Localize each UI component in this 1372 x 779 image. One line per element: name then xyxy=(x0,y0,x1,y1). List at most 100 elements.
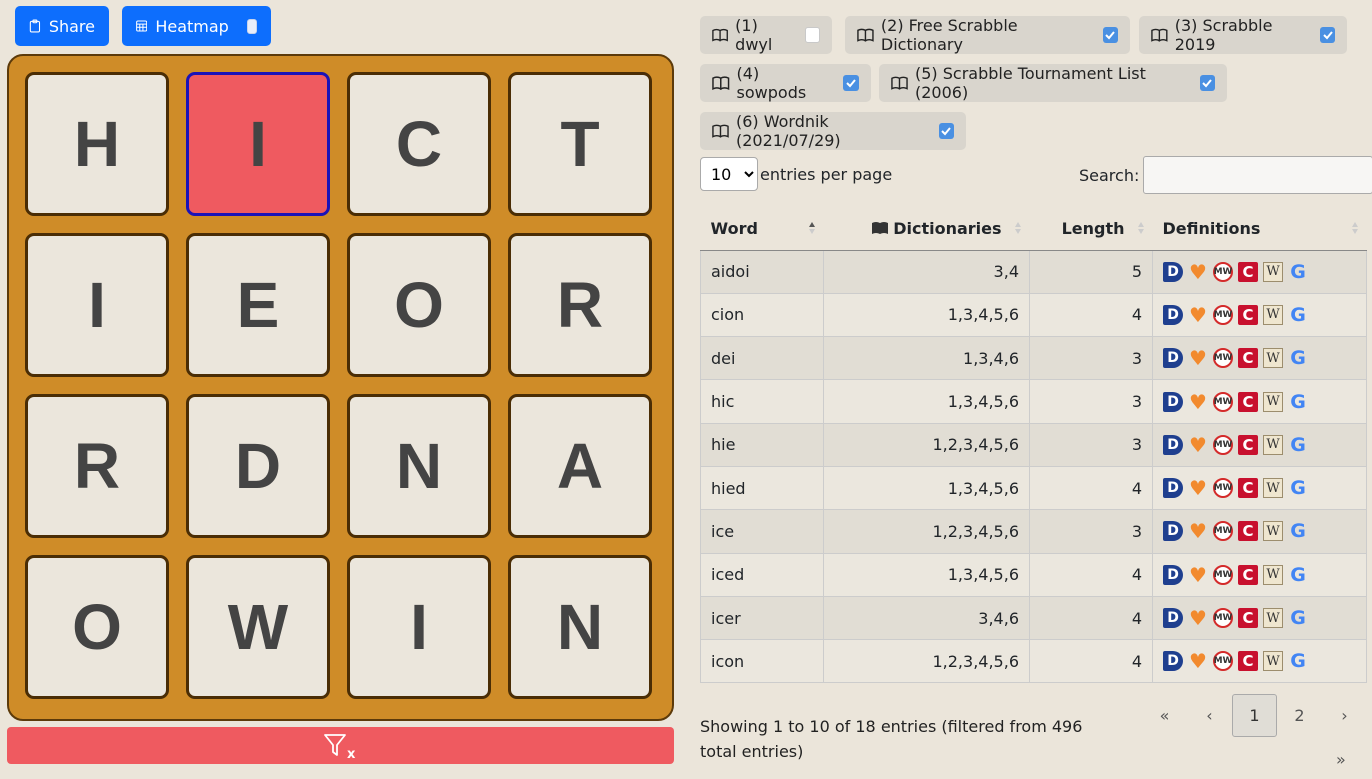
board-tile[interactable]: C xyxy=(347,72,491,216)
wiktionary-icon[interactable]: W xyxy=(1263,564,1283,585)
dictionary-com-icon[interactable]: D xyxy=(1163,478,1183,499)
board-tile[interactable]: R xyxy=(508,233,652,377)
dictionary-checkbox[interactable] xyxy=(805,27,820,43)
per-page-select[interactable]: 10 xyxy=(700,157,758,191)
pager-page-2[interactable]: 2 xyxy=(1277,694,1322,737)
heart-icon[interactable]: ♥ xyxy=(1188,649,1208,673)
merriam-webster-icon[interactable]: MW xyxy=(1213,304,1233,325)
collins-icon[interactable]: C xyxy=(1238,391,1258,412)
wiktionary-icon[interactable]: W xyxy=(1263,348,1283,369)
board-tile[interactable]: I xyxy=(25,233,169,377)
col-header-definitions[interactable]: Definitions xyxy=(1152,207,1367,251)
heatmap-toggle[interactable]: Heatmap xyxy=(122,6,271,46)
dictionary-checkbox[interactable] xyxy=(843,75,859,91)
merriam-webster-icon[interactable]: MW xyxy=(1213,478,1233,499)
collins-icon[interactable]: C xyxy=(1238,304,1258,325)
google-icon[interactable]: G xyxy=(1288,434,1308,456)
board-tile[interactable]: H xyxy=(25,72,169,216)
google-icon[interactable]: G xyxy=(1288,347,1308,369)
dictionary-toggle[interactable]: (6) Wordnik (2021/07/29) xyxy=(700,112,966,150)
dictionary-com-icon[interactable]: D xyxy=(1163,434,1183,455)
dictionary-toggle[interactable]: (4) sowpods xyxy=(700,64,871,102)
google-icon[interactable]: G xyxy=(1288,607,1308,629)
heart-icon[interactable]: ♥ xyxy=(1188,346,1208,370)
dictionary-com-icon[interactable]: D xyxy=(1163,261,1183,282)
heart-icon[interactable]: ♥ xyxy=(1188,476,1208,500)
heart-icon[interactable]: ♥ xyxy=(1188,260,1208,284)
merriam-webster-icon[interactable]: MW xyxy=(1213,521,1233,542)
merriam-webster-icon[interactable]: MW xyxy=(1213,564,1233,585)
heart-icon[interactable]: ♥ xyxy=(1188,390,1208,414)
merriam-webster-icon[interactable]: MW xyxy=(1213,651,1233,672)
dictionary-checkbox[interactable] xyxy=(1102,27,1118,43)
col-header-word[interactable]: Word xyxy=(700,207,824,251)
dictionary-com-icon[interactable]: D xyxy=(1163,521,1183,542)
board-tile[interactable]: N xyxy=(347,394,491,538)
wiktionary-icon[interactable]: W xyxy=(1263,391,1283,412)
board-tile[interactable]: T xyxy=(508,72,652,216)
dictionary-com-icon[interactable]: D xyxy=(1163,651,1183,672)
board-tile[interactable]: W xyxy=(186,555,330,699)
col-header-dictionaries[interactable]: Dictionaries xyxy=(823,207,1030,251)
merriam-webster-icon[interactable]: MW xyxy=(1213,434,1233,455)
heart-icon[interactable]: ♥ xyxy=(1188,606,1208,630)
google-icon[interactable]: G xyxy=(1288,650,1308,672)
google-icon[interactable]: G xyxy=(1288,477,1308,499)
heart-icon[interactable]: ♥ xyxy=(1188,433,1208,457)
google-icon[interactable]: G xyxy=(1288,304,1308,326)
merriam-webster-icon[interactable]: MW xyxy=(1213,608,1233,629)
wiktionary-icon[interactable]: W xyxy=(1263,521,1283,542)
collins-icon[interactable]: C xyxy=(1238,608,1258,629)
pager-prev[interactable]: ‹ xyxy=(1187,694,1232,737)
google-icon[interactable]: G xyxy=(1288,520,1308,542)
board-tile[interactable]: D xyxy=(186,394,330,538)
board-tile[interactable]: I xyxy=(347,555,491,699)
board-tile[interactable]: O xyxy=(25,555,169,699)
google-icon[interactable]: G xyxy=(1288,391,1308,413)
heart-icon[interactable]: ♥ xyxy=(1188,303,1208,327)
dictionary-toggle[interactable]: (2) Free Scrabble Dictionary xyxy=(845,16,1130,54)
wiktionary-icon[interactable]: W xyxy=(1263,478,1283,499)
dictionary-com-icon[interactable]: D xyxy=(1163,348,1183,369)
collins-icon[interactable]: C xyxy=(1238,478,1258,499)
dictionary-checkbox[interactable] xyxy=(1320,27,1335,43)
wiktionary-icon[interactable]: W xyxy=(1263,261,1283,282)
heart-icon[interactable]: ♥ xyxy=(1188,519,1208,543)
dictionary-com-icon[interactable]: D xyxy=(1163,564,1183,585)
dictionary-com-icon[interactable]: D xyxy=(1163,391,1183,412)
heart-icon[interactable]: ♥ xyxy=(1188,563,1208,587)
search-input[interactable] xyxy=(1143,156,1372,194)
wiktionary-icon[interactable]: W xyxy=(1263,651,1283,672)
board-tile[interactable]: R xyxy=(25,394,169,538)
board-tile[interactable]: E xyxy=(186,233,330,377)
wiktionary-icon[interactable]: W xyxy=(1263,434,1283,455)
collins-icon[interactable]: C xyxy=(1238,521,1258,542)
board-tile[interactable]: O xyxy=(347,233,491,377)
dictionary-checkbox[interactable] xyxy=(1199,75,1215,91)
dictionary-com-icon[interactable]: D xyxy=(1163,304,1183,325)
pager-page-1[interactable]: 1 xyxy=(1232,694,1277,737)
merriam-webster-icon[interactable]: MW xyxy=(1213,261,1233,282)
col-header-length[interactable]: Length xyxy=(1029,207,1153,251)
board-tile[interactable]: A xyxy=(508,394,652,538)
collins-icon[interactable]: C xyxy=(1238,261,1258,282)
collins-icon[interactable]: C xyxy=(1238,564,1258,585)
collins-icon[interactable]: C xyxy=(1238,348,1258,369)
clear-filter-button[interactable]: x xyxy=(7,727,674,764)
collins-icon[interactable]: C xyxy=(1238,434,1258,455)
wiktionary-icon[interactable]: W xyxy=(1263,608,1283,629)
google-icon[interactable]: G xyxy=(1288,564,1308,586)
dictionary-toggle[interactable]: (3) Scrabble 2019 xyxy=(1139,16,1347,54)
pager-last[interactable]: » xyxy=(1336,750,1346,769)
wiktionary-icon[interactable]: W xyxy=(1263,304,1283,325)
dictionary-toggle[interactable]: (1) dwyl xyxy=(700,16,832,54)
merriam-webster-icon[interactable]: MW xyxy=(1213,391,1233,412)
share-button[interactable]: Share xyxy=(15,6,109,46)
merriam-webster-icon[interactable]: MW xyxy=(1213,348,1233,369)
dictionary-toggle[interactable]: (5) Scrabble Tournament List (2006) xyxy=(879,64,1227,102)
heatmap-checkbox[interactable] xyxy=(246,18,257,34)
board-tile[interactable]: I xyxy=(186,72,330,216)
dictionary-checkbox[interactable] xyxy=(938,123,954,139)
dictionary-com-icon[interactable]: D xyxy=(1163,608,1183,629)
collins-icon[interactable]: C xyxy=(1238,651,1258,672)
